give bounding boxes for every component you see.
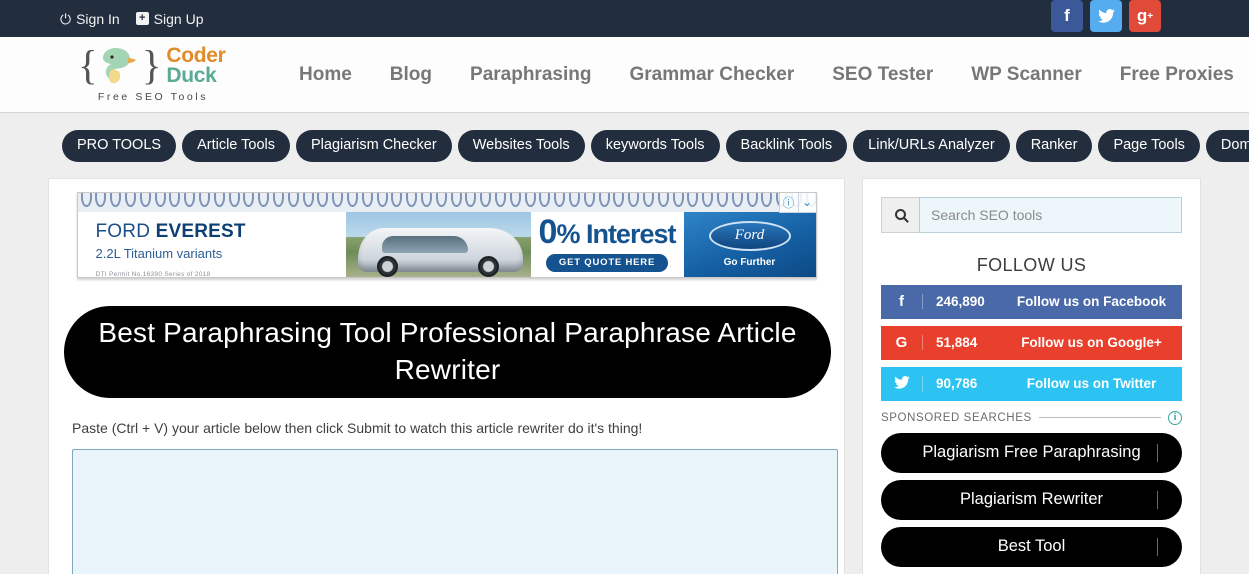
sponsored-searches-header: SPONSORED SEARCHES i [881,410,1182,425]
ad-subtitle: 2.2L Titanium variants [95,245,223,261]
nav-item-blog[interactable]: Blog [371,64,451,86]
search-icon [895,209,906,220]
googleplus-icon[interactable]: g + [1129,0,1161,32]
sponsored-item-2[interactable]: Plagiarism Rewriter [881,479,1182,520]
facebook-follow-label: Follow us on Facebook [1016,294,1167,309]
search-bar [881,196,1182,233]
ad-offer-block: 0% Interest GET QUOTE HERE [530,211,684,277]
follow-row-facebook[interactable]: f 246,890 Follow us on Facebook [881,284,1182,319]
article-input-textarea[interactable] [72,448,838,574]
duck-icon [102,47,136,83]
divider [1038,417,1161,418]
account-links: ⏻ Sign In + Sign Up [60,11,203,27]
googleplus-icon: G [881,335,923,350]
pill-ranker[interactable]: Ranker [1015,130,1093,162]
advertisement-banner[interactable]: FORD EVEREST 2.2L Titanium variants DTI … [76,191,817,278]
brace-right-icon: } [141,42,162,88]
follow-us-heading: FOLLOW US [976,254,1087,275]
twitter-follower-count: 90,786 [936,376,978,391]
googleplus-follow-label: Follow us on Google+ [1021,335,1162,350]
ad-cta-button[interactable]: GET QUOTE HERE [545,253,669,272]
social-icon-group: f g + [1051,0,1161,32]
chevron-down-icon[interactable]: ⌄ [797,192,816,212]
ad-vehicle-photo [345,211,531,277]
search-input[interactable] [919,196,1182,233]
pill-pro-tools[interactable]: PRO TOOLS [62,130,177,162]
nav-item-seo-tester[interactable]: SEO Tester [813,64,952,86]
ad-fine-print: DTI Permit No.16390 Series of 2018 [95,270,211,278]
plus-square-icon: + [135,12,149,25]
instructions-text: Paste (Ctrl + V) your article below then… [72,419,643,436]
ford-logo-icon: Ford [708,220,791,251]
nav-item-home[interactable]: Home [280,64,371,86]
sidebar: FOLLOW US f 246,890 Follow us on Faceboo… [862,177,1201,574]
main-content-card: FORD EVEREST 2.2L Titanium variants DTI … [48,177,845,574]
info-icon[interactable]: i [1168,410,1182,425]
pill-page-tools[interactable]: Page Tools [1098,130,1200,162]
pill-keywords-tools[interactable]: keywords Tools [590,130,720,162]
pill-link-urls-analyzer[interactable]: Link/URLs Analyzer [853,130,1010,162]
primary-navigation: Home Blog Paraphrasing Grammar Checker S… [280,64,1249,86]
nav-item-wp-scanner[interactable]: WP Scanner [952,64,1101,86]
nav-item-free-proxies[interactable]: Free Proxies [1101,64,1249,86]
top-utility-bar: ⏻ Sign In + Sign Up f g + [0,0,1249,37]
twitter-icon[interactable] [1090,0,1122,32]
site-logo[interactable]: { } Coder Duck Free SEO Tools [78,42,228,108]
ad-spiral-binding [77,192,816,212]
tools-pill-navigation: PRO TOOLS Article Tools Plagiarism Check… [0,113,1249,162]
pill-plagiarism-checker[interactable]: Plagiarism Checker [295,130,452,162]
adchoices-info-icon[interactable]: ⓘ [780,193,798,212]
page-body: FORD EVEREST 2.2L Titanium variants DTI … [0,162,1249,574]
logo-word-duck: Duck [166,63,217,87]
ad-text-block: FORD EVEREST 2.2L Titanium variants DTI … [77,211,346,278]
follow-row-googleplus[interactable]: G 51,884 Follow us on Google+ [881,325,1182,360]
ad-brand-tagline: Go Further [723,256,776,268]
sponsored-item-1[interactable]: Plagiarism Free Paraphrasing [881,432,1182,473]
googleplus-follower-count: 51,884 [936,335,978,350]
twitter-icon [881,375,923,392]
sign-in-label: Sign In [76,10,120,27]
ad-controls: ⓘ ⌄ [778,192,816,213]
pill-backlink-tools[interactable]: Backlink Tools [725,130,848,162]
sponsored-searches-label: SPONSORED SEARCHES [881,411,1032,424]
page-title: Best Paraphrasing Tool Professional Para… [64,305,831,398]
twitter-follow-label: Follow us on Twitter [1026,376,1157,391]
sponsored-item-3[interactable]: Best Tool [881,526,1182,567]
pill-article-tools[interactable]: Article Tools [182,130,290,162]
search-button[interactable] [881,196,919,233]
sign-up-link[interactable]: + Sign Up [135,10,204,27]
nav-item-grammar-checker[interactable]: Grammar Checker [610,64,813,86]
sign-in-link[interactable]: ⏻ Sign In [60,11,120,27]
facebook-icon[interactable]: f [1051,0,1083,32]
power-icon: ⏻ [60,10,72,27]
site-header: { } Coder Duck Free SEO Tools Home Blog … [0,37,1249,113]
nav-item-paraphrasing[interactable]: Paraphrasing [451,64,610,86]
facebook-icon: f [881,294,923,309]
sign-up-label: Sign Up [153,10,204,27]
pill-websites-tools[interactable]: Websites Tools [457,130,585,162]
logo-tagline: Free SEO Tools [97,90,209,103]
logo-wordmark: Coder Duck [166,43,226,87]
logo-word-coder: Coder [166,43,226,67]
facebook-follower-count: 246,890 [936,294,985,309]
follow-row-twitter[interactable]: 90,786 Follow us on Twitter [881,366,1182,401]
ad-brand-block: Ford Go Further [683,211,816,277]
ad-offer-headline: 0% Interest [538,212,677,251]
ad-title: FORD EVEREST [95,220,246,242]
pill-domain-tools[interactable]: Domain Tools [1205,130,1249,162]
